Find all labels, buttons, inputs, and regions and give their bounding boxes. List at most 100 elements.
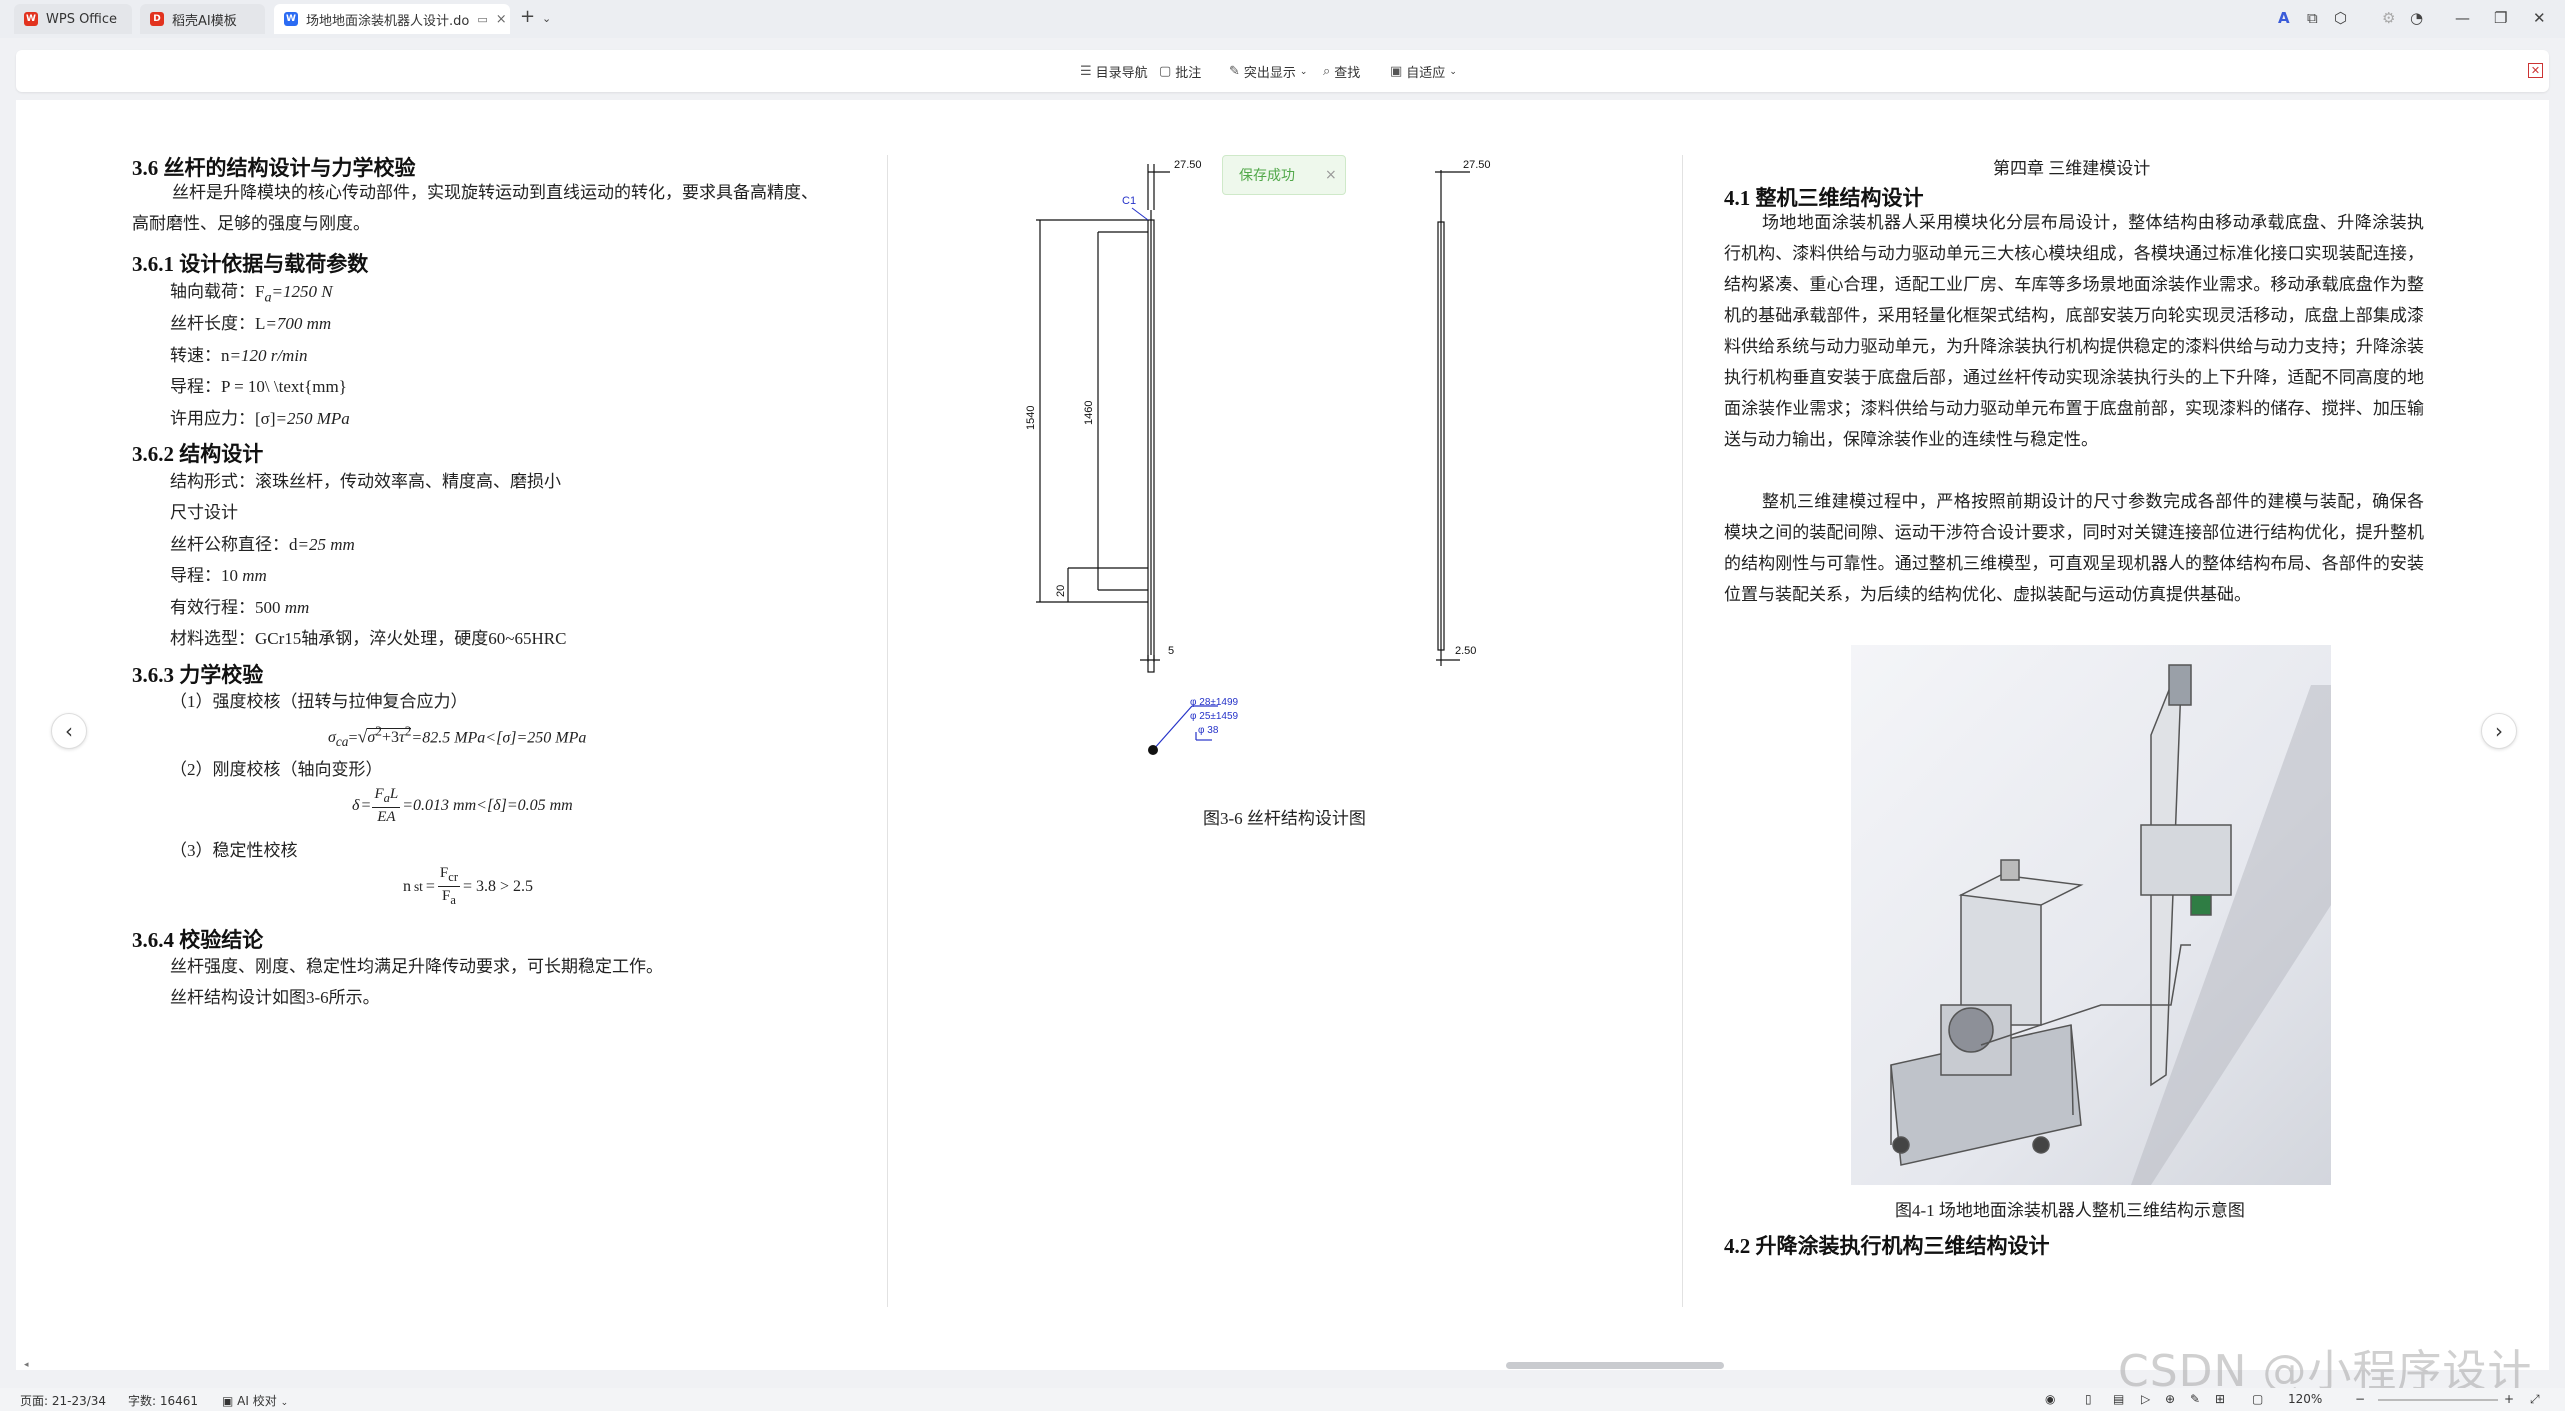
maximize-icon[interactable]: ❐: [2494, 9, 2507, 27]
length-label: 丝杆长度：L: [170, 314, 266, 333]
highlight-icon: ✎: [1229, 64, 1240, 79]
dia-label: 丝杆公称直径：d: [170, 535, 298, 554]
lead2-label: 导程：10: [170, 566, 243, 585]
toc-icon: ☰: [1080, 64, 1092, 79]
equation-3-value: = 3.8 > 2.5: [462, 877, 534, 895]
fit-button[interactable]: ▣ 自适应 ⌄: [1390, 62, 1457, 81]
stress-label: 许用应力：[σ]: [170, 409, 276, 428]
dim-label: 1460: [1083, 401, 1095, 425]
zoom-slider[interactable]: [2378, 1399, 2498, 1401]
conclusion-line: 丝杆强度、刚度、稳定性均满足升降传动要求，可长期稳定工作。: [170, 957, 663, 976]
pen-icon[interactable]: ✎: [2190, 1392, 2200, 1406]
ai-icon[interactable]: A: [2278, 9, 2290, 27]
zoom-in-icon[interactable]: +: [2504, 1392, 2514, 1406]
minimize-icon[interactable]: —: [2455, 9, 2470, 27]
settings-icon[interactable]: ⚙: [2382, 9, 2395, 27]
ai-proofread-button[interactable]: ▣ AI 校对 ⌄: [222, 1392, 288, 1409]
fit-icon[interactable]: ▢: [2252, 1392, 2263, 1406]
eye-icon[interactable]: ◉: [2045, 1392, 2055, 1406]
find-button[interactable]: ⌕ 查找: [1323, 62, 1360, 81]
status-bar: 页面: 21-23/34 字数: 16461 ▣ AI 校对 ⌄ ◉ ▯ ▤ ▷…: [0, 1388, 2565, 1411]
previous-page-button[interactable]: ‹: [51, 713, 87, 749]
speed-value: =120 r/min: [229, 346, 308, 365]
tab-document[interactable]: W 场地地面涂装机器人设计.do ▭ ×: [274, 4, 510, 34]
play-icon[interactable]: ▷: [2141, 1392, 2150, 1406]
equation-1-value: =82.5 MPa<[σ]=250 MPa: [411, 729, 587, 747]
chamfer-label: C1: [1122, 195, 1136, 207]
chevron-right-icon: ›: [2495, 719, 2503, 743]
grid-icon[interactable]: ⊞: [2215, 1392, 2225, 1406]
stress-line: 许用应力：[σ]=250 MPa: [170, 404, 350, 429]
equation-1: σca=√σ2+3τ2=82.5 MPa<[σ]=250 MPa: [328, 724, 587, 750]
tab-label: 稻壳AI模板: [172, 13, 237, 29]
ai-proofread-label: AI 校对: [237, 1394, 277, 1408]
outline-view-icon[interactable]: ▤: [2113, 1392, 2124, 1406]
form-line: 结构形式：滚珠丝杆，传动效率高、精度高、磨损小: [170, 472, 561, 491]
dim-label: 27.50: [1463, 159, 1491, 171]
section-heading: 3.6.3 力学校验: [132, 663, 264, 687]
check3-line: （3）稳定性校核: [170, 841, 298, 860]
tab-wps-office[interactable]: W WPS Office: [14, 4, 132, 34]
zoom-level[interactable]: 120%: [2288, 1392, 2322, 1406]
section-heading: 3.6.2 结构设计: [132, 442, 264, 466]
toc-button[interactable]: ☰ 目录导航: [1080, 62, 1148, 81]
figure-caption: 图3-6 丝杆结构设计图: [1203, 809, 1366, 828]
load-label: 轴向载荷：F: [170, 282, 265, 301]
window-close-icon[interactable]: ✕: [2533, 9, 2546, 27]
tab-label: 场地地面涂装机器人设计.do: [306, 13, 470, 29]
dim-label: 27.50: [1174, 159, 1202, 171]
comment-label: 批注: [1175, 66, 1202, 81]
zoom-out-icon[interactable]: −: [2355, 1392, 2365, 1406]
tab-label: WPS Office: [46, 11, 118, 27]
cube-icon[interactable]: ⬡: [2334, 9, 2347, 27]
web-view-icon[interactable]: ⊕: [2165, 1392, 2175, 1406]
dim-label: 20: [1055, 585, 1067, 597]
intro-paragraph: 丝杆是升降模块的核心传动部件，实现旋转运动到直线运动的转化，要求具备高精度、高耐…: [132, 183, 818, 233]
tolerance-label: φ 28±1499: [1190, 697, 1239, 708]
tolerance-label: φ 25±1459: [1190, 711, 1239, 722]
material-line: 材料选型：GCr15轴承钢，淬火处理，硬度60~65HRC: [170, 629, 567, 648]
fit-icon: ▣: [1390, 64, 1403, 79]
equation-2: δ = FaL EA =0.013 mm<[δ]=0.05 mm: [352, 786, 573, 825]
chevron-down-icon: ⌄: [280, 1398, 289, 1408]
equation-3: n st = Fcr Fa = 3.8 > 2.5: [403, 865, 534, 907]
page-indicator[interactable]: 页面: 21-23/34: [20, 1392, 106, 1409]
word-count[interactable]: 字数: 16461: [128, 1392, 198, 1409]
comment-button[interactable]: ▢ 批注: [1159, 62, 1201, 81]
comment-icon: ▢: [1159, 64, 1172, 79]
tab-docer[interactable]: D 稻壳AI模板: [140, 4, 265, 34]
horizontal-scrollbar[interactable]: [1506, 1362, 1724, 1369]
scroll-left-icon[interactable]: ◂: [24, 1360, 29, 1370]
speed-line: 转速：n=120 r/min: [170, 341, 308, 366]
reading-toolbar: ☰ 目录导航 ▢ 批注 ✎ 突出显示 ⌄ ⌕ 查找 ▣ 自适应 ⌄ ✕: [16, 50, 2549, 92]
lead2-unit: mm: [242, 566, 267, 585]
monitor-icon[interactable]: ▭: [477, 13, 487, 26]
check1-line: （1）强度校核（扭转与拉伸复合应力）: [170, 692, 468, 711]
chevron-down-icon[interactable]: ⌄: [542, 12, 551, 25]
writer-icon: W: [284, 12, 298, 26]
docer-icon: D: [150, 12, 164, 26]
dia-line: 丝杆公称直径：d=25 mm: [170, 530, 355, 555]
close-icon[interactable]: ×: [496, 12, 507, 27]
avatar[interactable]: ◔: [2410, 9, 2423, 27]
page-divider: [1682, 155, 1683, 1307]
body-paragraph: 整机三维建模过程中，严格按照前期设计的尺寸参数完成各部件的建模与装配，确保各模块…: [1724, 492, 2424, 604]
length-value: =700 mm: [265, 314, 332, 333]
next-page-button[interactable]: ›: [2481, 713, 2517, 749]
proofread-icon: ▣: [222, 1394, 234, 1408]
stroke-unit: mm: [284, 598, 310, 617]
exit-reading-icon[interactable]: ✕: [2528, 63, 2543, 78]
robot-model-image: [1890, 664, 2331, 1185]
highlight-button[interactable]: ✎ 突出显示 ⌄: [1229, 62, 1307, 81]
dia-value: =25 mm: [297, 535, 355, 554]
page-view-icon[interactable]: ▯: [2085, 1392, 2092, 1406]
fullscreen-icon[interactable]: ⤢: [2530, 1392, 2540, 1407]
load-line: 轴向载荷：Fa=1250 N: [170, 277, 333, 306]
window-icon[interactable]: ⧉: [2307, 9, 2318, 27]
chapter-title: 第四章 三维建模设计: [1993, 159, 2151, 178]
load-sub: a: [264, 289, 272, 306]
weld-symbol-icon: [1148, 745, 1158, 755]
new-tab-icon[interactable]: +: [520, 6, 535, 27]
lead-line: 导程：P = 10\ \text{mm}: [170, 377, 347, 396]
section-heading: 3.6.4 校验结论: [132, 928, 264, 952]
